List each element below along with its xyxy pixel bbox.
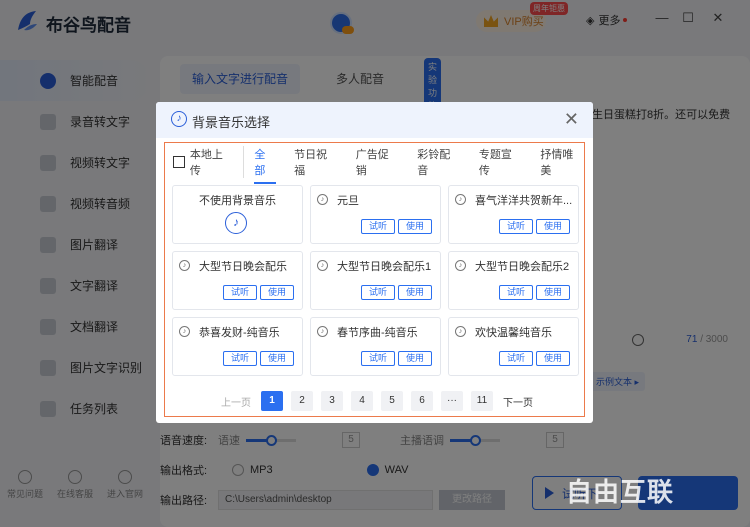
music-note-icon: ♪ bbox=[179, 326, 190, 337]
category-tab-festival[interactable]: 节日祝福 bbox=[294, 146, 338, 178]
music-note-icon: ♪ bbox=[317, 326, 328, 337]
music-name: 大型节日晚会配乐 bbox=[199, 261, 287, 273]
music-note-icon: ♪ bbox=[225, 212, 247, 234]
try-listen-button[interactable]: 试听 bbox=[223, 285, 257, 300]
music-name: 恭喜发财-纯音乐 bbox=[199, 327, 280, 339]
try-listen-button[interactable]: 试听 bbox=[361, 219, 395, 234]
music-card[interactable]: ♪ 大型节日晚会配乐1 试听 使用 bbox=[310, 251, 441, 310]
page-button-5[interactable]: 5 bbox=[381, 391, 403, 411]
watermark: 自由互联 bbox=[566, 477, 675, 507]
upload-icon bbox=[173, 156, 185, 168]
page-button-6[interactable]: 6 bbox=[411, 391, 433, 411]
category-tab-feature[interactable]: 专题宣传 bbox=[479, 146, 523, 178]
page-button-3[interactable]: 3 bbox=[321, 391, 343, 411]
music-name: 大型节日晚会配乐1 bbox=[337, 261, 432, 273]
page-button-1[interactable]: 1 bbox=[261, 391, 283, 411]
music-grid: 不使用背景音乐 ♪ ♪ 元旦 试听 使用 ♪ 喜气洋洋共贺新年... 试听 使用 ♪ 大型节日… bbox=[172, 185, 579, 376]
music-card[interactable]: ♪ 喜气洋洋共贺新年... 试听 使用 bbox=[448, 185, 579, 244]
no-music-card[interactable]: 不使用背景音乐 ♪ bbox=[172, 185, 303, 244]
music-note-icon: ♪ bbox=[317, 194, 328, 205]
music-card[interactable]: ♪ 大型节日晚会配乐 试听 使用 bbox=[172, 251, 303, 310]
no-music-label: 不使用背景音乐 bbox=[199, 195, 276, 207]
use-button[interactable]: 使用 bbox=[260, 285, 294, 300]
music-note-icon: ♪ bbox=[179, 260, 190, 271]
use-button[interactable]: 使用 bbox=[398, 219, 432, 234]
music-name: 欢快温馨纯音乐 bbox=[475, 327, 552, 339]
use-button[interactable]: 使用 bbox=[398, 285, 432, 300]
pagination: 上一页 1 2 3 4 5 6 ··· 11 下一页 bbox=[221, 391, 533, 411]
music-card[interactable]: ♪ 元旦 试听 使用 bbox=[310, 185, 441, 244]
category-tab-lyrical[interactable]: 抒情唯美 bbox=[540, 146, 584, 178]
use-button[interactable]: 使用 bbox=[536, 219, 570, 234]
category-tab-ringtone[interactable]: 彩铃配音 bbox=[417, 146, 461, 178]
music-note-icon: ♪ bbox=[317, 260, 328, 271]
music-note-icon: ♪ bbox=[455, 194, 466, 205]
music-name: 春节序曲-纯音乐 bbox=[337, 327, 418, 339]
use-button[interactable]: 使用 bbox=[398, 351, 432, 366]
try-listen-button[interactable]: 试听 bbox=[361, 285, 395, 300]
local-upload-button[interactable]: 本地上传 bbox=[173, 146, 245, 178]
use-button[interactable]: 使用 bbox=[536, 351, 570, 366]
try-listen-button[interactable]: 试听 bbox=[499, 285, 533, 300]
category-tab-promotion[interactable]: 广告促销 bbox=[356, 146, 400, 178]
page-button-2[interactable]: 2 bbox=[291, 391, 313, 411]
music-note-icon: ♪ bbox=[171, 111, 187, 127]
bgm-dialog-header: ♪ 背景音乐选择 ✕ bbox=[156, 102, 593, 138]
category-tab-all[interactable]: 全部 bbox=[254, 146, 276, 184]
music-card[interactable]: ♪ 恭喜发财-纯音乐 试听 使用 bbox=[172, 317, 303, 376]
use-button[interactable]: 使用 bbox=[536, 285, 570, 300]
music-card[interactable]: ♪ 春节序曲-纯音乐 试听 使用 bbox=[310, 317, 441, 376]
bgm-dialog-title: 背景音乐选择 bbox=[192, 115, 271, 130]
page-button-11[interactable]: 11 bbox=[471, 391, 493, 411]
local-upload-label: 本地上传 bbox=[189, 149, 223, 177]
music-name: 喜气洋洋共贺新年... bbox=[475, 195, 573, 207]
music-card[interactable]: ♪ 欢快温馨纯音乐 试听 使用 bbox=[448, 317, 579, 376]
music-card[interactable]: ♪ 大型节日晚会配乐2 试听 使用 bbox=[448, 251, 579, 310]
prev-page-button[interactable]: 上一页 bbox=[221, 394, 251, 409]
music-name: 元旦 bbox=[337, 195, 359, 207]
category-tabs: 本地上传 全部 节日祝福 广告促销 彩铃配音 专题宣传 抒情唯美 bbox=[173, 146, 584, 184]
try-listen-button[interactable]: 试听 bbox=[223, 351, 257, 366]
bgm-dialog: ♪ 背景音乐选择 ✕ 本地上传 全部 节日祝福 广告促销 彩铃配音 专题宣传 抒… bbox=[156, 102, 593, 423]
try-listen-button[interactable]: 试听 bbox=[361, 351, 395, 366]
try-listen-button[interactable]: 试听 bbox=[499, 351, 533, 366]
bgm-dialog-close-button[interactable]: ✕ bbox=[564, 108, 579, 130]
music-name: 大型节日晚会配乐2 bbox=[475, 261, 570, 273]
page-ellipsis: ··· bbox=[441, 391, 463, 411]
next-page-button[interactable]: 下一页 bbox=[503, 394, 533, 409]
use-button[interactable]: 使用 bbox=[260, 351, 294, 366]
music-note-icon: ♪ bbox=[455, 326, 466, 337]
page-button-4[interactable]: 4 bbox=[351, 391, 373, 411]
bgm-dialog-body: 本地上传 全部 节日祝福 广告促销 彩铃配音 专题宣传 抒情唯美 不使用背景音乐… bbox=[164, 142, 585, 417]
music-note-icon: ♪ bbox=[455, 260, 466, 271]
try-listen-button[interactable]: 试听 bbox=[499, 219, 533, 234]
